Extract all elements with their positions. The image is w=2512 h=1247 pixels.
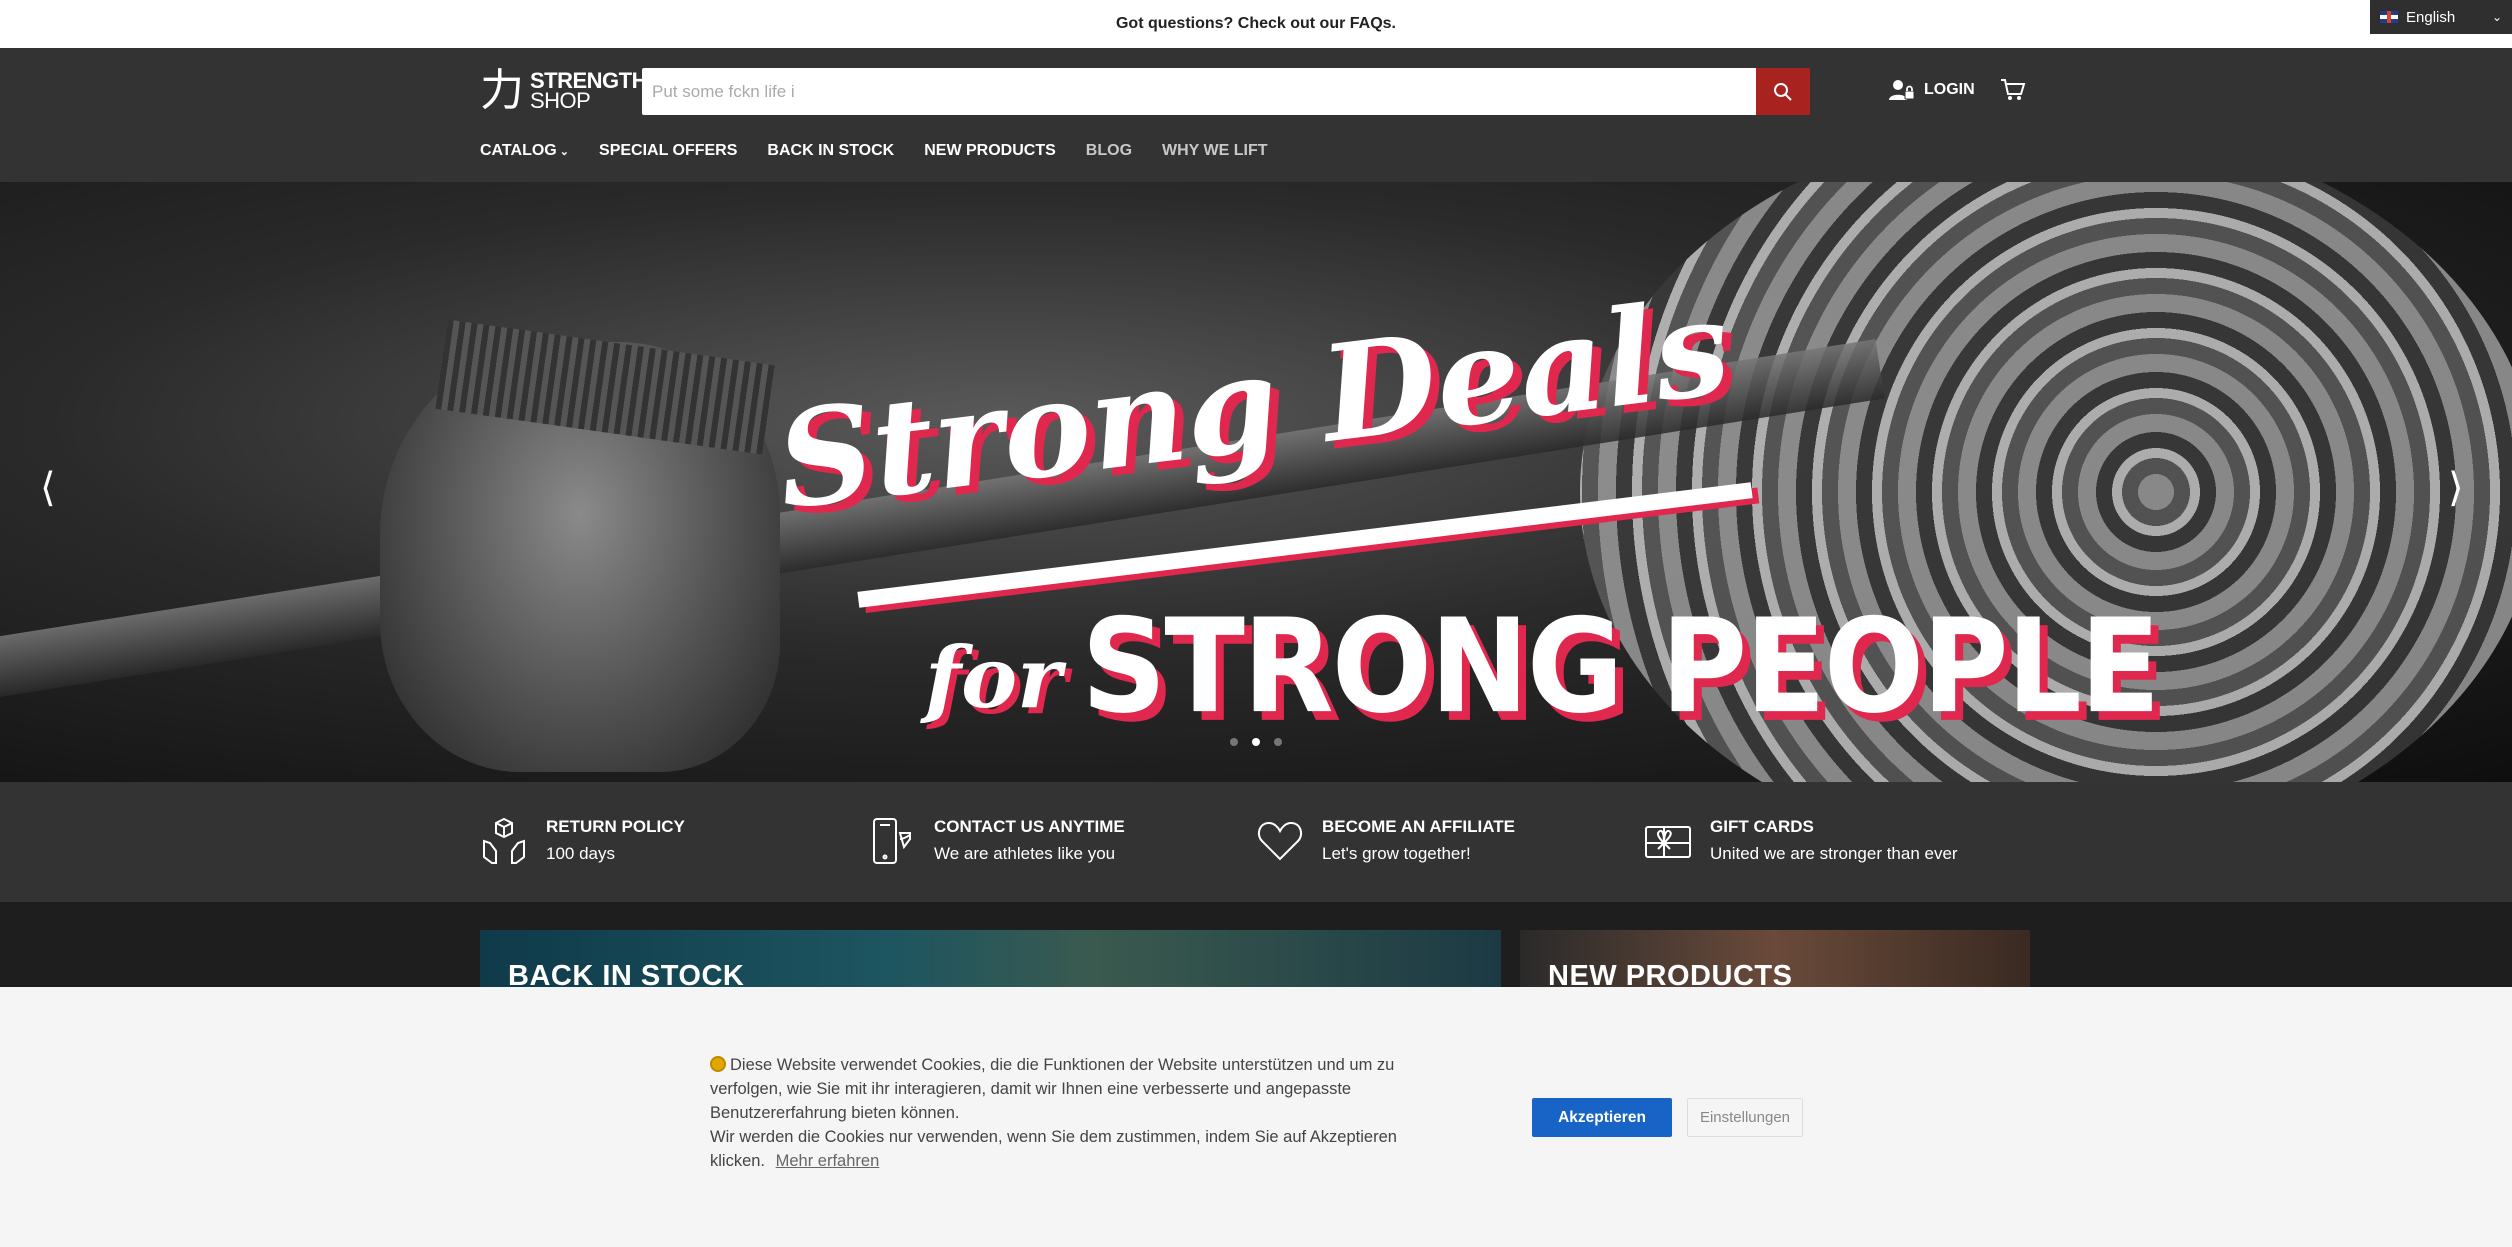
phone-icon xyxy=(873,818,911,864)
cookie-icon xyxy=(710,1056,726,1072)
hero-title-line2: for STRONG PEOPLE xyxy=(925,590,2160,742)
feature-subtitle: Let's grow together! xyxy=(1322,844,1471,863)
chevron-right-icon: ⟩ xyxy=(2448,465,2464,511)
feature-return-policy[interactable]: RETURN POLICY 100 days xyxy=(480,782,868,902)
cookie-text: Diese Website verwendet Cookies, die die… xyxy=(710,1053,1430,1173)
feature-gift-cards[interactable]: GIFT CARDS United we are stronger than e… xyxy=(1644,782,2032,902)
chevron-down-icon: ⌄ xyxy=(2491,10,2502,24)
hero-headline: Strong Deals for STRONG PEOPLE xyxy=(735,269,2160,742)
hero-title-line1: Strong Deals xyxy=(769,269,1738,540)
hero-title-strong-people: STRONG PEOPLE xyxy=(1081,590,2160,742)
cart-button[interactable] xyxy=(2000,78,2026,107)
learn-more-link[interactable]: Mehr erfahren xyxy=(776,1152,880,1170)
search-bar xyxy=(642,68,1810,115)
hero-title-for: for xyxy=(925,628,1062,727)
feature-contact[interactable]: CONTACT US ANYTIME We are athletes like … xyxy=(868,782,1256,902)
slider-dot-3[interactable] xyxy=(1274,738,1282,746)
logo[interactable]: 力 STRENGTH SHOP xyxy=(480,65,648,116)
feature-affiliate[interactable]: BECOME AN AFFILIATE Let's grow together! xyxy=(1256,782,1644,902)
cart-icon xyxy=(2001,79,2026,100)
logo-glyph: 力 xyxy=(480,65,524,116)
cookie-settings-button[interactable]: Einstellungen xyxy=(1687,1098,1803,1137)
slider-dot-1[interactable] xyxy=(1230,738,1238,746)
nav-catalog[interactable]: CATALOG ⌄ xyxy=(480,142,569,160)
box-hands-icon xyxy=(483,817,525,864)
tile-back-in-stock[interactable]: BACK IN STOCK xyxy=(480,930,1501,990)
nav-new-products[interactable]: NEW PRODUCTS xyxy=(924,142,1056,160)
uk-flag-icon xyxy=(2380,11,2398,23)
language-label: English xyxy=(2406,8,2456,26)
nav-why-we-lift[interactable]: WHY WE LIFT xyxy=(1162,142,1267,160)
announcement-text[interactable]: Got questions? Check out our FAQs. xyxy=(1116,15,1396,33)
slider-next-button[interactable]: ⟩ xyxy=(2448,465,2464,511)
tile-title: NEW PRODUCTS xyxy=(1548,960,1793,990)
logo-text: STRENGTH SHOP xyxy=(530,70,648,113)
language-selector[interactable]: English ⌄ xyxy=(2370,0,2512,34)
feature-subtitle: United we are stronger than ever xyxy=(1710,844,1958,863)
features-strip: RETURN POLICY 100 days CONTACT US ANYTIM… xyxy=(0,782,2512,902)
gift-card-icon xyxy=(1645,826,1691,858)
tile-new-products[interactable]: NEW PRODUCTS xyxy=(1520,930,2030,990)
feature-title: BECOME AN AFFILIATE xyxy=(1322,817,1515,836)
heart-icon xyxy=(1257,821,1303,861)
tile-title: BACK IN STOCK xyxy=(508,960,745,990)
feature-title: RETURN POLICY xyxy=(546,817,685,836)
nav-blog[interactable]: BLOG xyxy=(1086,142,1132,160)
announcement-bar[interactable]: Got questions? Check out our FAQs. xyxy=(0,0,2512,48)
main-nav: CATALOG ⌄ SPECIAL OFFERS BACK IN STOCK N… xyxy=(480,142,1267,160)
chevron-left-icon: ⟨ xyxy=(40,465,56,511)
user-lock-icon xyxy=(1889,80,1915,100)
feature-title: GIFT CARDS xyxy=(1710,817,1814,836)
nav-special-offers[interactable]: SPECIAL OFFERS xyxy=(599,142,737,160)
chevron-down-icon: ⌄ xyxy=(556,146,570,158)
slider-dots xyxy=(1230,738,1282,746)
search-icon xyxy=(1774,82,1792,101)
cookie-banner: Diese Website verwendet Cookies, die die… xyxy=(0,987,2512,1247)
feature-title: CONTACT US ANYTIME xyxy=(934,817,1125,836)
search-button[interactable] xyxy=(1756,68,1810,115)
logo-line2: SHOP xyxy=(530,88,591,113)
feature-subtitle: We are athletes like you xyxy=(934,844,1116,863)
accept-cookies-button[interactable]: Akzeptieren xyxy=(1532,1098,1672,1137)
search-input[interactable] xyxy=(642,68,1756,115)
cookie-text-line1: Diese Website verwendet Cookies, die die… xyxy=(710,1056,1395,1122)
slider-prev-button[interactable]: ⟨ xyxy=(40,465,56,511)
login-link[interactable]: LOGIN xyxy=(1888,78,1975,102)
slider-dot-2[interactable] xyxy=(1252,738,1260,746)
nav-back-in-stock[interactable]: BACK IN STOCK xyxy=(767,142,894,160)
hero-slider[interactable]: Strong Deals for STRONG PEOPLE ⟨ ⟩ xyxy=(0,182,2512,782)
site-header: 力 STRENGTH SHOP LOGIN CATALOG ⌄ SPECIAL … xyxy=(0,48,2512,182)
login-label: LOGIN xyxy=(1924,81,1975,98)
feature-subtitle: 100 days xyxy=(546,844,615,863)
